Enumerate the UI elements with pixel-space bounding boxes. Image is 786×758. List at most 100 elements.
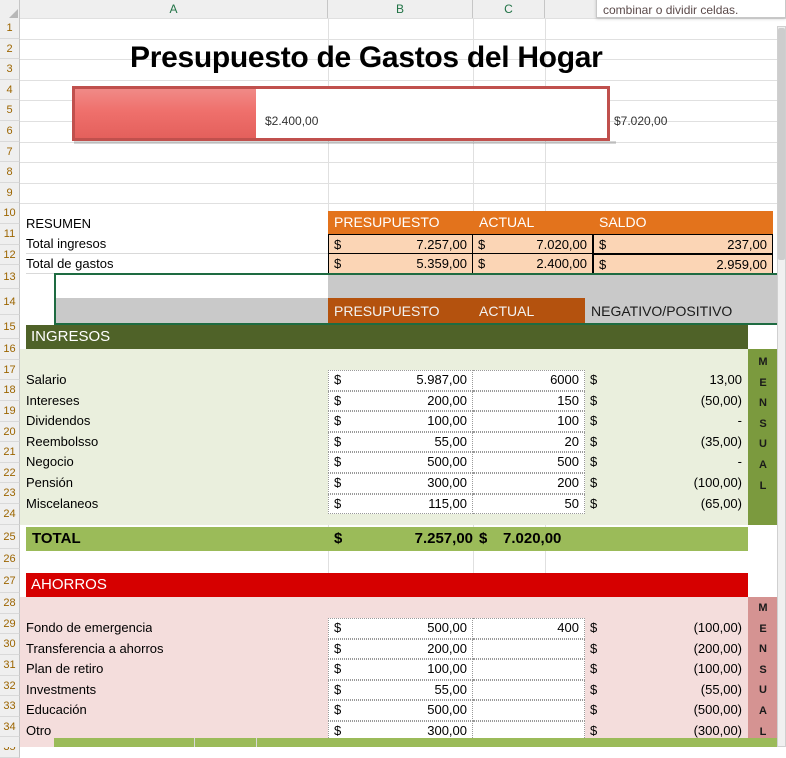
summary-cell-actual-1[interactable]: $ 2.400,00	[473, 254, 593, 274]
row-label: Reembolsso	[26, 433, 99, 449]
cell-value: 200,00	[427, 640, 467, 656]
column-header-b[interactable]: B	[328, 0, 473, 18]
cell-diff-symbol: $	[590, 620, 598, 635]
row-header-30[interactable]: 30	[0, 634, 20, 655]
bottom-grid-divider-a	[194, 738, 195, 747]
ingresos-total-presupuesto-sym: $	[334, 530, 343, 547]
row-label: Dividendos	[26, 413, 91, 429]
ingresos-total-presupuesto: 7.257,00	[414, 530, 473, 547]
cell-presupuesto[interactable]: $200,00	[328, 638, 473, 660]
row-header-19[interactable]: 19	[0, 401, 20, 422]
cell-actual[interactable]: 200	[473, 473, 585, 494]
cell-presupuesto[interactable]: $100,00	[328, 659, 473, 680]
row-header-2[interactable]: 2	[0, 38, 20, 60]
cell-diff-symbol: $	[590, 702, 598, 718]
cell-presupuesto[interactable]: $500,00	[328, 618, 473, 639]
cell-diff-symbol: $	[590, 661, 598, 677]
cell-value: 7.257,00	[416, 237, 467, 252]
row13-gray-fill	[328, 274, 786, 298]
cell-presupuesto[interactable]: $300,00	[328, 473, 473, 494]
vertical-scrollbar-thumb[interactable]	[778, 28, 785, 260]
cell-actual[interactable]: 50	[473, 493, 585, 515]
summary-cell-saldo-1[interactable]: $ 2.959,00	[593, 254, 773, 274]
row-header-20[interactable]: 20	[0, 421, 20, 443]
cell-actual[interactable]	[473, 700, 585, 721]
currency-symbol: $	[334, 454, 342, 470]
column-header-negativo-positivo: NEGATIVO/POSITIVO	[591, 303, 733, 319]
currency-symbol: $	[334, 237, 342, 252]
cell-value: 100,00	[427, 413, 467, 429]
row-header-8[interactable]: 8	[0, 162, 20, 183]
row-header-21[interactable]: 21	[0, 442, 20, 463]
cell-actual[interactable]: 400	[473, 618, 585, 639]
row-header-23[interactable]: 23	[0, 483, 20, 504]
row-header-6[interactable]: 6	[0, 121, 20, 142]
column-header-c[interactable]: C	[473, 0, 545, 18]
row-header-31[interactable]: 31	[0, 655, 20, 676]
cell-presupuesto[interactable]: $200,00	[328, 390, 473, 412]
gridline-horizontal	[20, 162, 786, 164]
row-header-1[interactable]: 1	[0, 18, 20, 39]
ingresos-mensual-band	[748, 349, 778, 525]
cell-presupuesto[interactable]: $55,00	[328, 679, 473, 701]
summary-cell-presupuesto-1[interactable]: $ 5.359,00	[328, 254, 473, 274]
row-header-29[interactable]: 29	[0, 613, 20, 635]
row-header-27[interactable]: 27	[0, 569, 20, 594]
row-header-26[interactable]: 26	[0, 548, 20, 570]
progress-bar[interactable]	[72, 86, 610, 141]
cell-actual[interactable]	[473, 679, 585, 701]
row-header-12[interactable]: 12	[0, 244, 20, 266]
row-header-13[interactable]: 13	[0, 265, 20, 290]
row-header-5[interactable]: 5	[0, 100, 20, 121]
row-header-15[interactable]: 15	[0, 315, 20, 340]
currency-symbol: $	[334, 392, 342, 408]
row-header-10[interactable]: 10	[0, 203, 20, 224]
row-header-22[interactable]: 22	[0, 462, 20, 484]
cell-presupuesto[interactable]: $5.987,00	[328, 370, 473, 391]
cell-actual[interactable]	[473, 638, 585, 660]
cell-actual[interactable]: 20	[473, 431, 585, 453]
cell-value: 237,00	[727, 237, 767, 252]
row-header-28[interactable]: 28	[0, 593, 20, 614]
spreadsheet-grid[interactable]: A B C 1 2 3 4 5 6 7 8 9 10 11 12 13 14 15 16 17 18 19 20 21 2…	[0, 0, 786, 758]
cell-presupuesto[interactable]: $500,00	[328, 452, 473, 473]
row-header-16[interactable]: 16	[0, 339, 20, 360]
row-header-3[interactable]: 3	[0, 59, 20, 80]
cell-actual[interactable]: 6000	[473, 370, 585, 391]
cell-actual[interactable]: 150	[473, 390, 585, 412]
cell-value: 5.987,00	[416, 372, 467, 387]
mensual-letter: L	[759, 725, 767, 738]
cell-value: 200,00	[427, 392, 467, 408]
cell-actual[interactable]	[473, 659, 585, 680]
row-header-24[interactable]: 24	[0, 504, 20, 525]
cell-diff-value: -	[737, 454, 742, 470]
cell-presupuesto[interactable]: $500,00	[328, 700, 473, 721]
row-header-9[interactable]: 9	[0, 182, 20, 204]
summary-cell-saldo-0[interactable]: $ 237,00	[593, 234, 773, 254]
currency-symbol: $	[334, 413, 342, 429]
column-header-a[interactable]: A	[20, 0, 328, 18]
currency-symbol: $	[334, 475, 342, 490]
section-header-ahorros: AHORROS	[26, 573, 748, 597]
cell-presupuesto[interactable]: $100,00	[328, 411, 473, 432]
select-all-corner[interactable]	[0, 0, 20, 18]
row-header-33[interactable]: 33	[0, 696, 20, 717]
cell-presupuesto[interactable]: $115,00	[328, 493, 473, 515]
cell-actual[interactable]: 500	[473, 452, 585, 473]
row-header-4[interactable]: 4	[0, 79, 20, 101]
row-header-18[interactable]: 18	[0, 380, 20, 401]
summary-header-presupuesto: PRESUPUESTO	[328, 211, 473, 234]
bottom-grid-divider-b	[256, 738, 257, 747]
summary-cell-actual-0[interactable]: $ 7.020,00	[473, 234, 593, 254]
summary-cell-presupuesto-0[interactable]: $ 7.257,00	[328, 234, 473, 254]
row-header-25[interactable]: 25	[0, 524, 20, 549]
cell-presupuesto[interactable]: $55,00	[328, 431, 473, 453]
row-header-34[interactable]: 34	[0, 716, 20, 738]
row-header-14[interactable]: 14	[0, 289, 20, 316]
row-header-32[interactable]: 32	[0, 675, 20, 697]
mensual-letter: S	[759, 663, 767, 676]
cell-actual[interactable]: 100	[473, 411, 585, 432]
row-header-17[interactable]: 17	[0, 359, 20, 381]
row-header-7[interactable]: 7	[0, 141, 20, 163]
row-header-11[interactable]: 11	[0, 224, 20, 245]
